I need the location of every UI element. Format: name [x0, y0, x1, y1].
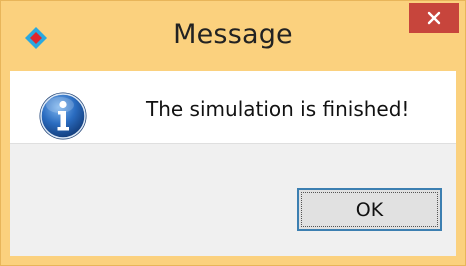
window-title: Message [173, 19, 293, 50]
button-bar: OK [10, 143, 456, 256]
close-icon [427, 11, 441, 25]
ok-button-label: OK [355, 198, 384, 221]
title-bar[interactable]: Message [1, 1, 465, 71]
close-button[interactable] [409, 3, 459, 33]
message-area: The simulation is finished! [10, 71, 456, 143]
information-icon [38, 91, 88, 141]
message-text: The simulation is finished! [146, 97, 410, 121]
message-dialog: Message The simulation is finished! OK [0, 0, 466, 266]
ok-button[interactable]: OK [297, 188, 442, 231]
